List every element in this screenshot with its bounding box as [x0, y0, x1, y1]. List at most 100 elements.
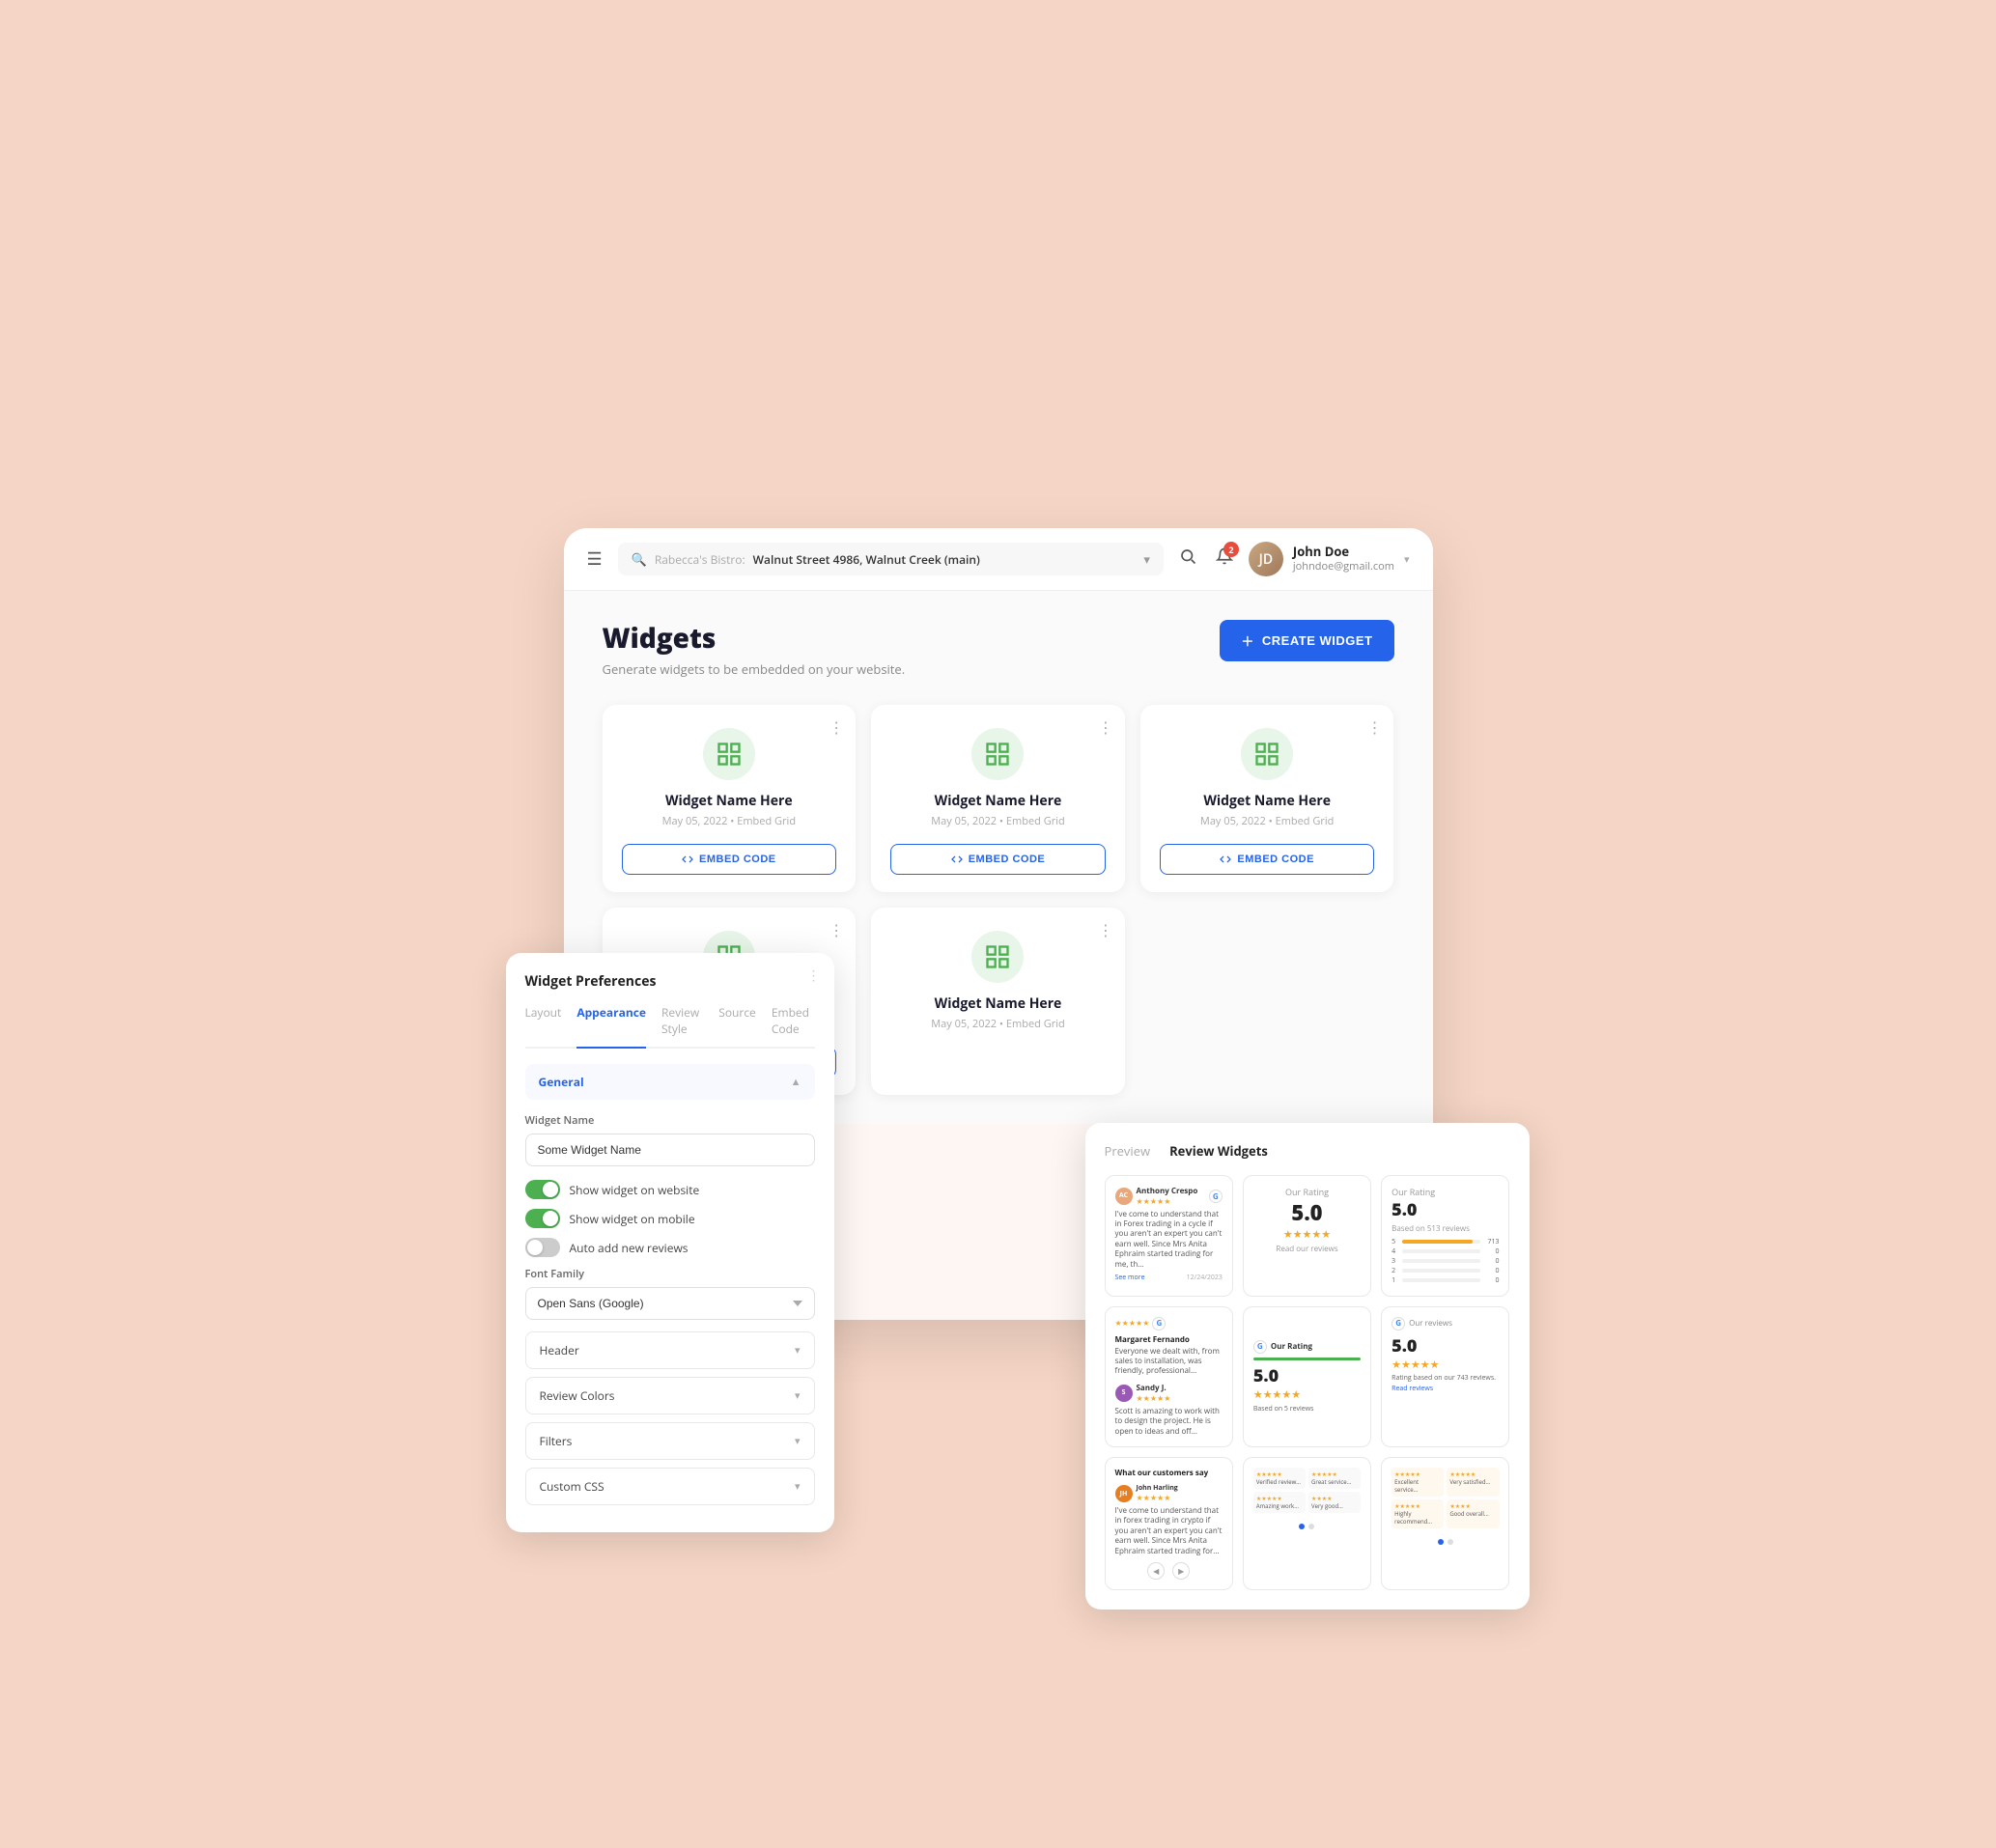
reviewer-name: John Harling — [1137, 1484, 1178, 1493]
filters-collapsible[interactable]: Filters ▾ — [525, 1422, 815, 1460]
tab-source[interactable]: Source — [718, 1004, 756, 1047]
rw-card-customers-say: What our customers say JH John Harling ★… — [1105, 1457, 1233, 1590]
search-bar[interactable]: 🔍 Rabecca's Bistro: Walnut Street 4986, … — [618, 543, 1164, 575]
mini-review-1: ★★★★★ Excellent service... — [1392, 1468, 1444, 1497]
user-info[interactable]: JD John Doe johndoe@gmail.com ▾ — [1249, 542, 1410, 576]
user-name: John Doe — [1293, 544, 1394, 560]
search-button[interactable] — [1179, 547, 1196, 571]
dot-1 — [1299, 1524, 1305, 1529]
stars: ★★★★★ — [1115, 1318, 1150, 1329]
embed-code-button[interactable]: EMBED CODE — [622, 844, 837, 875]
main-container: ☰ 🔍 Rabecca's Bistro: Walnut Street 4986… — [564, 528, 1433, 1320]
read-reviews-link[interactable]: Read reviews — [1392, 1385, 1499, 1393]
chevron-down-icon: ▾ — [795, 1343, 801, 1358]
carousel-dots — [1253, 1524, 1361, 1529]
header-collapsible-label: Header — [540, 1342, 579, 1358]
multi-review-header: ★★★★★ G — [1115, 1317, 1223, 1330]
prev-arrow[interactable]: ◀ — [1147, 1562, 1165, 1580]
widget-card: ⋮ Widget Name Here May 05, 2022 • Embed … — [603, 705, 857, 892]
reviewer-name-1: Margaret Fernando — [1115, 1334, 1223, 1345]
tab-layout[interactable]: Layout — [525, 1004, 562, 1047]
auto-add-reviews-toggle[interactable] — [525, 1238, 560, 1257]
review-row-1: ★★★★★ Excellent service... ★★★★★ Very sa… — [1392, 1468, 1499, 1497]
rating-number: 5.0 — [1392, 1334, 1499, 1358]
widget-card-menu-icon[interactable]: ⋮ — [829, 716, 844, 738]
page-title: Widgets — [603, 620, 906, 657]
mini-review-2: ★★★★★ Great service... — [1308, 1468, 1361, 1489]
dot-1 — [1438, 1539, 1444, 1545]
chevron-down-icon: ▾ — [795, 1479, 801, 1494]
google-icon: G — [1152, 1317, 1166, 1330]
widget-card-menu-icon[interactable]: ⋮ — [1098, 919, 1113, 940]
rating-sub: Read our reviews — [1253, 1244, 1361, 1254]
avatar: JD — [1249, 542, 1283, 576]
top-nav: ☰ 🔍 Rabecca's Bistro: Walnut Street 4986… — [564, 528, 1433, 591]
review-date: 12/24/2023 — [1187, 1274, 1223, 1282]
custom-css-collapsible[interactable]: Custom CSS ▾ — [525, 1468, 815, 1505]
review-row-2: ★★★★★ Highly recommend... ★★★★ Good over… — [1392, 1499, 1499, 1528]
see-more-link[interactable]: See more — [1115, 1274, 1145, 1282]
widget-icon-wrap — [703, 728, 755, 780]
general-section-header[interactable]: General ▲ — [525, 1064, 815, 1100]
menu-icon[interactable]: ☰ — [587, 547, 603, 571]
reviews-sub: Rating based on our 743 reviews. — [1392, 1374, 1499, 1383]
reviews-header: G Our reviews — [1392, 1317, 1499, 1330]
rating-sub: Based on 513 reviews — [1392, 1223, 1499, 1234]
notification-badge: 2 — [1223, 542, 1239, 557]
widget-card: ⋮ Widget Name Here May 05, 2022 • Embed … — [871, 908, 1125, 1095]
rating-stars: ★★★★★ — [1253, 1227, 1361, 1242]
nav-arrows: ◀ ▶ — [1115, 1562, 1223, 1580]
widget-card-menu-icon[interactable]: ⋮ — [1366, 716, 1382, 738]
preview-tab[interactable]: Preview — [1105, 1142, 1151, 1160]
review-text: I've come to understand that in forex tr… — [1115, 1506, 1223, 1556]
reviewer-avatar: AC — [1115, 1188, 1133, 1205]
search-icon: 🔍 — [632, 550, 647, 568]
rw-card-multi-small-2: ★★★★★ Excellent service... ★★★★★ Very sa… — [1381, 1457, 1509, 1590]
tab-embed-code[interactable]: Embed Code — [772, 1004, 815, 1047]
custom-css-label: Custom CSS — [540, 1478, 604, 1495]
review-colors-collapsible[interactable]: Review Colors ▾ — [525, 1377, 815, 1414]
notification-button[interactable]: 2 — [1216, 547, 1233, 571]
create-widget-label: CREATE WIDGET — [1262, 633, 1373, 648]
carousel-dots — [1392, 1539, 1499, 1545]
show-on-website-label: Show widget on website — [570, 1182, 700, 1198]
create-widget-button[interactable]: ＋ CREATE WIDGET — [1220, 620, 1393, 661]
preferences-tabs: Layout Appearance Review Style Source Em… — [525, 1004, 815, 1049]
header-collapsible[interactable]: Header ▾ — [525, 1331, 815, 1369]
tab-review-style[interactable]: Review Style — [661, 1004, 703, 1047]
reviewer-avatar-2: S — [1115, 1385, 1133, 1402]
review-widgets-tab[interactable]: Review Widgets — [1169, 1142, 1268, 1160]
page-subtitle: Generate widgets to be embedded on your … — [603, 660, 906, 678]
widget-name-input[interactable] — [525, 1134, 815, 1166]
widget-card: ⋮ Widget Name Here May 05, 2022 • Embed … — [1140, 705, 1394, 892]
widget-card-meta: May 05, 2022 • Embed Grid — [622, 814, 837, 828]
show-on-mobile-toggle[interactable] — [525, 1209, 560, 1228]
rw-card-google-reviews: G Our reviews 5.0 ★★★★★ Rating based on … — [1381, 1306, 1509, 1447]
google-icon: G — [1392, 1317, 1405, 1330]
font-family-select[interactable]: Open Sans (Google) Roboto (Google) Lato … — [525, 1287, 815, 1320]
toggle-row-2: Show widget on mobile — [525, 1209, 815, 1228]
show-on-website-toggle[interactable] — [525, 1180, 560, 1199]
show-on-mobile-label: Show widget on mobile — [570, 1211, 695, 1227]
tab-appearance[interactable]: Appearance — [576, 1004, 646, 1049]
rw-card-mini-review: AC Anthony Crespo ★★★★★ G I've come to u… — [1105, 1175, 1233, 1297]
review-row-1: ★★★★★ Verified review... ★★★★★ Great ser… — [1253, 1468, 1361, 1489]
next-arrow[interactable]: ▶ — [1172, 1562, 1190, 1580]
rating-header: G Our Rating — [1253, 1340, 1361, 1354]
embed-code-button[interactable]: EMBED CODE — [890, 844, 1106, 875]
chevron-up-icon: ▲ — [791, 1075, 801, 1089]
preview-tabs: Preview Review Widgets — [1105, 1142, 1510, 1160]
collapsibles: Header ▾ Review Colors ▾ Filters ▾ Custo… — [525, 1331, 815, 1505]
google-icon: G — [1253, 1340, 1267, 1354]
embed-code-button[interactable]: EMBED CODE — [1160, 844, 1375, 875]
review-text: I've come to understand that in Forex tr… — [1115, 1210, 1223, 1270]
reviews-label: Our reviews — [1409, 1318, 1452, 1329]
panel-menu-icon[interactable]: ⋮ — [807, 966, 821, 985]
widget-icon-wrap — [1241, 728, 1293, 780]
rating-label: Our Rating — [1271, 1341, 1312, 1352]
widget-card-menu-icon[interactable]: ⋮ — [829, 919, 844, 940]
widget-card-menu-icon[interactable]: ⋮ — [1098, 716, 1113, 738]
mini-review-2: ★★★★★ Very satisfied... — [1447, 1468, 1499, 1497]
mini-review-1: ★★★★★ Verified review... — [1253, 1468, 1306, 1489]
review-row-2: ★★★★★ Amazing work... ★★★★ Very good... — [1253, 1492, 1361, 1513]
